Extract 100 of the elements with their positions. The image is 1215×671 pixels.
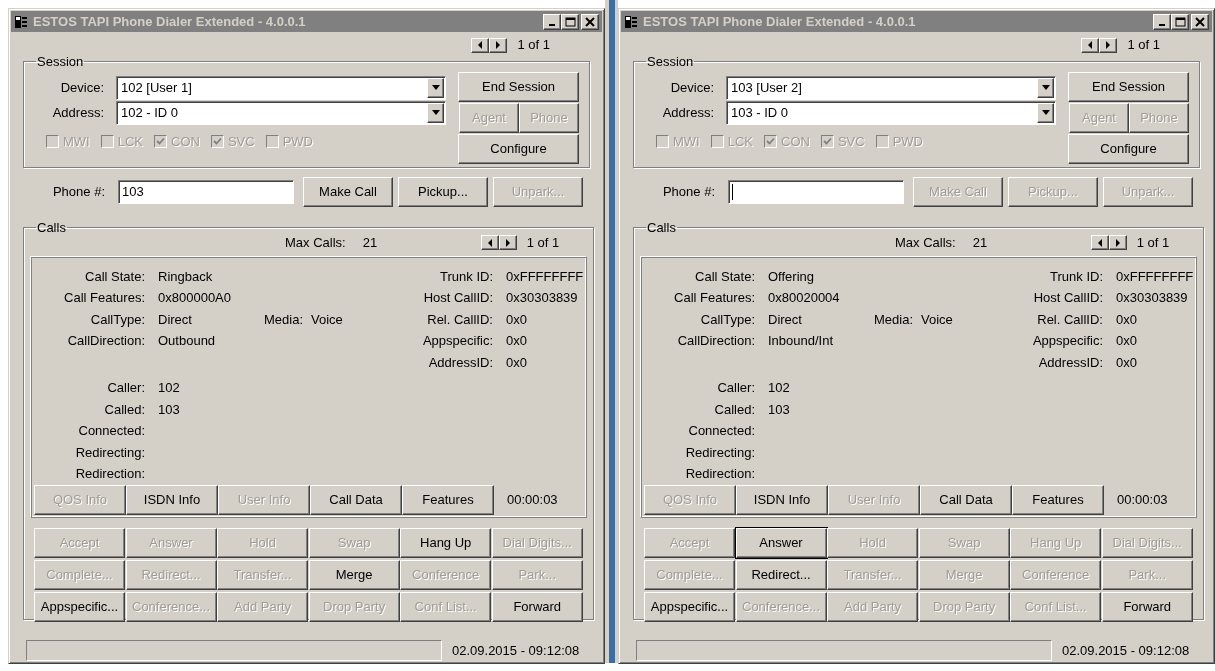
field-label: Connected: <box>77 422 146 440</box>
checkbox[interactable] <box>764 134 777 148</box>
minimize-button[interactable] <box>543 13 561 30</box>
button[interactable]: Appspecific... <box>644 591 735 622</box>
right-triangle-icon <box>1105 41 1112 49</box>
left-arrow-button[interactable] <box>1081 37 1100 53</box>
group-label: Session <box>36 53 85 71</box>
field-label: Address: <box>51 103 105 122</box>
button[interactable]: End Session <box>1068 71 1189 102</box>
checkbox[interactable] <box>46 134 59 148</box>
field-value: Outbound <box>158 332 216 350</box>
maximize-button[interactable] <box>1171 13 1189 30</box>
close-button[interactable] <box>1191 13 1209 30</box>
checkbox[interactable] <box>875 134 889 148</box>
left-triangle-icon <box>1087 41 1094 49</box>
field-label: Rel. CallID: <box>1036 310 1104 329</box>
field-label: Caller: <box>106 379 146 397</box>
right-arrow-button[interactable] <box>1099 37 1118 53</box>
button[interactable]: Make Call <box>303 177 393 207</box>
field-value: 0x0 <box>506 310 527 329</box>
close-button[interactable] <box>581 13 599 30</box>
checkbox[interactable] <box>100 134 114 148</box>
button[interactable]: Appspecific... <box>34 591 125 622</box>
button[interactable]: Forward <box>1101 591 1193 622</box>
right-arrow-button[interactable] <box>489 37 508 53</box>
phone-number-field[interactable] <box>728 180 904 204</box>
left-triangle-icon <box>1096 238 1103 247</box>
button[interactable]: Redirect... <box>735 559 827 590</box>
field-label: Trunk ID: <box>1049 267 1104 286</box>
checkbox[interactable] <box>154 134 167 148</box>
window-title: ESTOS TAPI Phone Dialer Extended - 4.0.0.1 <box>643 12 917 31</box>
button[interactable]: Features <box>1012 484 1104 515</box>
field-value: Ringback <box>158 267 213 286</box>
dropdown[interactable]: 103 [User 2] <box>726 75 1056 100</box>
status-timestamp: 02.09.2015 - 09:12:08 <box>1062 641 1190 660</box>
field-label: Call Features: <box>63 289 146 307</box>
group-label: Session <box>646 53 695 71</box>
call-timer: 00:00:03 <box>1117 490 1168 509</box>
field-label: Appspecific: <box>421 332 494 350</box>
field-label: Phone #: <box>661 183 716 202</box>
button[interactable]: Configure <box>458 133 579 164</box>
field-value: 102 <box>158 379 180 397</box>
field-label: Device: <box>669 78 715 97</box>
page-counter: 1 of 1 <box>1136 233 1170 252</box>
button[interactable]: Hang Up <box>400 527 492 558</box>
dropdown[interactable]: 102 [User 1] <box>116 75 446 100</box>
field-value: Voice <box>921 310 953 329</box>
button[interactable]: Merge <box>308 559 400 590</box>
maximize-button[interactable] <box>561 13 579 30</box>
button[interactable]: Configure <box>1068 133 1189 164</box>
field-value: 0x0 <box>506 332 527 350</box>
close-icon <box>1195 16 1205 27</box>
left-arrow-button[interactable] <box>1090 235 1109 250</box>
field-value: 0x80020004 <box>768 289 840 307</box>
button[interactable]: Answer <box>735 527 827 558</box>
maximize-icon <box>1174 16 1186 27</box>
dropdown[interactable]: 103 - ID 0 <box>726 100 1056 125</box>
field-label: Device: <box>59 78 105 97</box>
field-label: CallType: <box>699 310 756 329</box>
left-arrow-button[interactable] <box>471 37 490 53</box>
field-label: Media: <box>264 310 305 329</box>
checkbox[interactable] <box>265 134 279 148</box>
field-label: AddressID: <box>1037 353 1104 372</box>
field-value: 0x0 <box>506 353 527 372</box>
field-label: Call State: <box>84 267 146 286</box>
field-label: AddressID: <box>427 353 494 372</box>
checkbox[interactable] <box>820 134 834 148</box>
button[interactable]: End Session <box>458 71 579 102</box>
field-label: Rel. CallID: <box>426 310 494 329</box>
minimize-button[interactable] <box>1153 13 1171 30</box>
field-label: CallDirection: <box>66 332 146 350</box>
button[interactable]: ISDN Info <box>126 484 218 515</box>
button[interactable]: Call Data <box>920 484 1012 515</box>
phone-number-field[interactable]: 103 <box>118 180 294 204</box>
group-label: Calls <box>646 219 677 237</box>
checkbox[interactable] <box>210 134 224 148</box>
button[interactable]: Features <box>402 484 494 515</box>
checkbox[interactable] <box>710 134 724 148</box>
field-label: Phone #: <box>51 183 106 202</box>
field-value: 0x800000A0 <box>158 289 231 307</box>
call-timer: 00:00:03 <box>507 490 558 509</box>
field-label: Call Features: <box>673 289 756 307</box>
button[interactable]: Forward <box>491 591 583 622</box>
button[interactable]: ISDN Info <box>736 484 828 515</box>
field-label: Appspecific: <box>1031 332 1104 350</box>
field-label: Redirecting: <box>684 443 756 462</box>
maximize-icon <box>564 16 576 27</box>
field-label: Redirection: <box>74 465 146 483</box>
button[interactable]: Pickup... <box>398 177 488 207</box>
field-label: Max Calls: <box>895 233 956 252</box>
right-triangle-icon <box>495 41 502 49</box>
field-value: Direct <box>158 310 192 329</box>
field-label: Max Calls: <box>285 233 346 252</box>
left-arrow-button[interactable] <box>480 235 499 250</box>
checkbox[interactable] <box>656 134 669 148</box>
dropdown[interactable]: 102 - ID 0 <box>116 100 446 125</box>
button[interactable]: Call Data <box>310 484 402 515</box>
text-cursor <box>732 184 733 200</box>
field-label: Host CallID: <box>1032 289 1104 307</box>
minimize-icon <box>1159 24 1165 26</box>
